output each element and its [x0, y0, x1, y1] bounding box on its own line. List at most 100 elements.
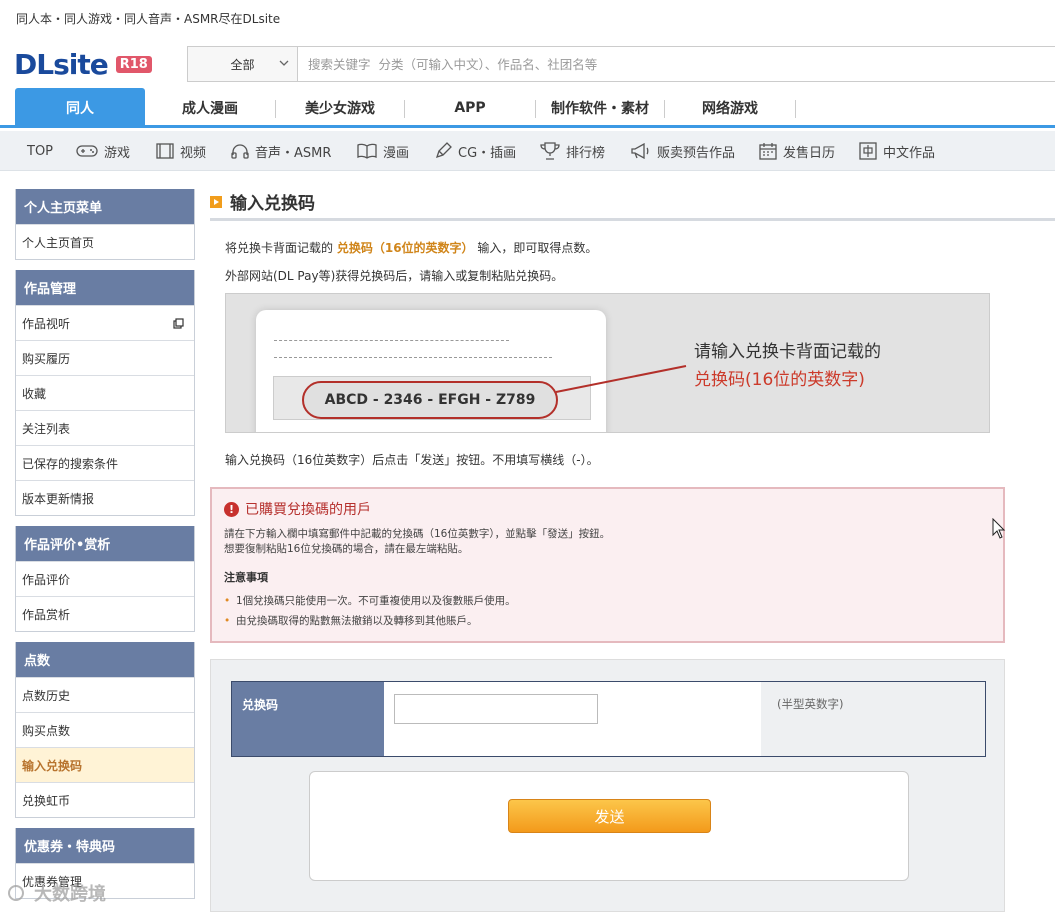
sidebar-group-profile: 个人主页菜单 个人主页首页: [15, 189, 195, 260]
page-title: 输入兑换码: [230, 194, 315, 214]
notice-line: 請在下方輸入欄中填寫郵件中記載的兌換碼（16位英數字），並點擊「發送」按鈕。: [224, 528, 611, 540]
sidebar-heading: 作品评价•赏析: [16, 526, 194, 561]
subnav-label: 游戏: [104, 145, 131, 161]
subnav-voice-asmr[interactable]: 音声・ASMR: [231, 131, 331, 171]
subnav-label: CG・插画: [458, 145, 517, 161]
subnav-game[interactable]: 游戏: [76, 131, 130, 171]
intro-highlight: 兑换码（16位的英数字）: [336, 241, 474, 255]
subnav-preorder[interactable]: 贩卖预告作品: [631, 131, 735, 171]
external-window-icon: [173, 318, 184, 329]
search-category-value: 全部: [230, 57, 255, 72]
site-tagline: 同人本・同人游戏・同人音声・ASMR尽在DLsite: [16, 12, 281, 26]
dlsite-logo[interactable]: DLsite R18: [14, 46, 152, 82]
sidebar-item-profile-home[interactable]: 个人主页首页: [16, 224, 194, 259]
intro-suffix: 输入，即可取得点数。: [477, 241, 598, 255]
subnav-cg-illust[interactable]: CG・插画: [434, 131, 516, 171]
sidebar: 个人主页菜单 个人主页首页 作品管理 作品视听 购买履历 收藏 关注列表 已保存…: [15, 189, 195, 909]
book-icon: [357, 143, 377, 159]
main-nav: 同人 成人漫画 美少女游戏 APP 制作软件・素材 网络游戏: [0, 88, 1055, 128]
search-category-select[interactable]: 全部: [188, 47, 298, 81]
sidebar-item-version-updates[interactable]: 版本更新情报: [16, 480, 194, 515]
r18-badge: R18: [115, 55, 152, 73]
tab-app[interactable]: APP: [405, 88, 535, 128]
sidebar-item-play-works[interactable]: 作品视听: [16, 305, 194, 340]
code-form: 兑换码 (半型英数字) 发送: [210, 659, 1005, 912]
sub-nav: TOP 游戏 视频 音声・ASMR 漫画 CG・插画 排行榜 贩卖预告作品 发售…: [0, 131, 1055, 171]
subnav-video[interactable]: 视频: [156, 131, 206, 171]
sidebar-item-saved-searches[interactable]: 已保存的搜索条件: [16, 445, 194, 480]
sidebar-item-purchase-history[interactable]: 购买履历: [16, 340, 194, 375]
subnav-label: 漫画: [383, 145, 410, 161]
subnav-label: 音声・ASMR: [255, 145, 332, 161]
sidebar-item-label: 作品视听: [22, 316, 71, 331]
code-input[interactable]: [394, 694, 598, 724]
sidebar-heading: 点数: [16, 642, 194, 677]
subnav-label: 贩卖预告作品: [657, 145, 736, 161]
play-marker-icon: [210, 195, 222, 208]
search-input[interactable]: [298, 56, 1055, 72]
sidebar-group-points: 点数 点数历史 购买点数 输入兑换码 兑换虹币: [15, 642, 195, 818]
pen-icon: [435, 142, 452, 159]
sidebar-item-work-appreciation[interactable]: 作品赏析: [16, 596, 194, 631]
headphones-icon: [231, 144, 249, 159]
subnav-label: 视频: [180, 145, 207, 161]
intro-text: 将兑换卡背面记载的 兑换码（16位的英数字） 输入，即可取得点数。: [225, 239, 597, 256]
code-field-label: 兑换码: [232, 682, 384, 756]
sidebar-item-enter-code[interactable]: 输入兑换码: [16, 747, 194, 782]
watermark-text: 大数跨境: [34, 884, 106, 905]
callout-line-2: 兑换码(16位的英数字): [694, 370, 865, 390]
sidebar-group-works: 作品管理 作品视听 购买履历 收藏 关注列表 已保存的搜索条件 版本更新情报: [15, 270, 195, 516]
tab-software-materials[interactable]: 制作软件・素材: [536, 88, 664, 128]
sidebar-item-follow-list[interactable]: 关注列表: [16, 410, 194, 445]
notice-list: 1個兌換碼只能使用一次。不可重複使用以及復數賬戶使用。 由兌換碼取得的點數無法撤…: [224, 591, 991, 631]
mouse-cursor-icon: [992, 518, 1006, 539]
tab-bishoujo-game[interactable]: 美少女游戏: [276, 88, 404, 128]
code-field-cell: [384, 682, 761, 756]
megaphone-icon: [631, 143, 649, 159]
page-title-bar: 输入兑换码: [210, 189, 1055, 221]
sidebar-item-buy-points[interactable]: 购买点数: [16, 712, 194, 747]
code-field-hint: (半型英数字): [761, 682, 985, 756]
notice-title-text: 已購買兌換碼的用戶: [245, 502, 371, 518]
calendar-icon: [759, 143, 777, 160]
intro-text-external: 外部网站(DL Pay等)获得兑换码后，请输入或复制粘贴兑换码。: [225, 269, 564, 283]
notice-title: ! 已購買兌換碼的用戶: [224, 499, 991, 519]
subnav-label: 中文作品: [883, 145, 936, 161]
subnav-label: 排行榜: [566, 145, 606, 161]
sidebar-heading: 优惠券・特典码: [16, 828, 194, 863]
main-content: 输入兑换码 将兑换卡背面记载的 兑换码（16位的英数字） 输入，即可取得点数。 …: [210, 189, 1055, 912]
tab-online-game[interactable]: 网络游戏: [665, 88, 795, 128]
subnav-release-calendar[interactable]: 发售日历: [759, 131, 835, 171]
sidebar-item-favorites[interactable]: 收藏: [16, 375, 194, 410]
notice-line: 想要復制粘貼16位兌換碼的場合，請在最左端粘貼。: [224, 543, 469, 555]
notice-subtitle: 注意事項: [224, 571, 268, 584]
sidebar-item-exchange-coins[interactable]: 兑换虹币: [16, 782, 194, 817]
film-icon: [156, 143, 174, 159]
sidebar-item-work-reviews[interactable]: 作品评价: [16, 561, 194, 596]
tab-adult-manga[interactable]: 成人漫画: [145, 88, 275, 128]
purchased-code-notice: ! 已購買兌換碼的用戶 請在下方輸入欄中填寫郵件中記載的兌換碼（16位英數字），…: [210, 487, 1005, 643]
callout-line-1: 请输入兑换卡背面记载的: [694, 342, 881, 362]
subnav-manga[interactable]: 漫画: [357, 131, 409, 171]
trophy-icon: [540, 142, 560, 160]
instruction-text: 输入兑换码（16位英数字）后点击「发送」按钮。不用填写横线（-）。: [225, 453, 599, 467]
sidebar-group-reviews: 作品评价•赏析 作品评价 作品赏析: [15, 526, 195, 632]
chevron-down-icon: [279, 60, 289, 66]
submit-box: 发送: [309, 771, 909, 881]
card-illustration: ABCD - 2346 - EFGH - Z789 请输入兑换卡背面记载的 兑换…: [225, 293, 990, 433]
alert-icon: !: [224, 501, 239, 517]
subnav-top[interactable]: TOP: [27, 131, 53, 171]
code-form-row: 兑换码 (半型英数字): [231, 681, 986, 757]
notice-bullet: 由兌換碼取得的點數無法撤銷以及轉移到其他賬戶。: [224, 611, 991, 631]
sidebar-item-points-history[interactable]: 点数历史: [16, 677, 194, 712]
logo-text: DLsite: [14, 47, 109, 81]
send-button[interactable]: 发送: [508, 799, 711, 833]
watermark-logo-icon: [8, 885, 24, 901]
watermark: 大数跨境: [8, 880, 106, 906]
subnav-ranking[interactable]: 排行榜: [540, 131, 605, 171]
subnav-chinese-works[interactable]: 中文作品: [859, 131, 935, 171]
tab-doujin[interactable]: 同人: [15, 88, 145, 128]
nav-divider: [795, 100, 796, 118]
gamepad-icon: [76, 145, 98, 157]
search-bar: 全部: [187, 46, 1055, 82]
